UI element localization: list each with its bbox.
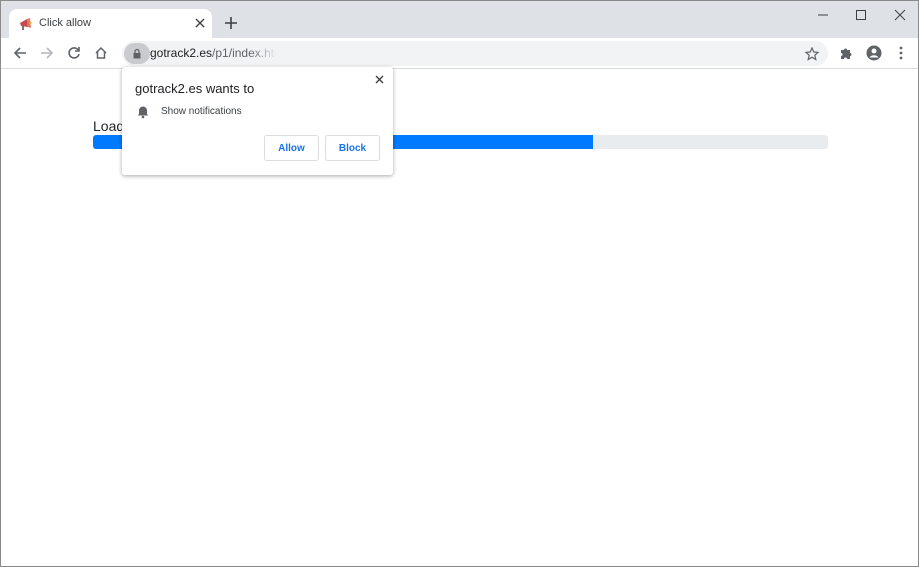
active-tab[interactable]: Click allow xyxy=(9,9,212,38)
address-bar[interactable]: gotrack2.es/p1/index.htm xyxy=(122,41,828,66)
tab-strip: Click allow xyxy=(1,1,918,38)
reload-icon[interactable] xyxy=(63,42,85,64)
notification-permission-popup: gotrack2.es wants to Show notifications … xyxy=(122,67,393,175)
tab-title: Click allow xyxy=(39,17,91,29)
url-path: /p1/index.htm xyxy=(212,46,276,60)
close-popup-icon[interactable] xyxy=(371,71,387,87)
profile-avatar-icon[interactable] xyxy=(863,42,885,64)
bell-icon xyxy=(136,105,150,119)
lock-icon[interactable] xyxy=(124,43,150,64)
forward-arrow-icon[interactable] xyxy=(36,42,58,64)
permission-text: Show notifications xyxy=(161,106,242,117)
url-host: gotrack2.es xyxy=(150,46,213,60)
browser-window: Click allow gotrack2.es/p1/index.ht Load… xyxy=(0,0,919,567)
back-arrow-icon[interactable] xyxy=(9,42,31,64)
close-window-icon[interactable] xyxy=(888,5,912,25)
bookmark-star-icon[interactable] xyxy=(802,44,822,64)
menu-dots-icon[interactable] xyxy=(890,42,912,64)
new-tab-icon[interactable] xyxy=(221,13,241,33)
maximize-icon[interactable] xyxy=(849,5,873,25)
megaphone-icon xyxy=(18,16,34,32)
block-button[interactable]: Block xyxy=(325,135,380,161)
allow-button[interactable]: Allow xyxy=(264,135,319,161)
popup-title: gotrack2.es wants to xyxy=(135,81,255,96)
close-tab-icon[interactable] xyxy=(192,15,208,31)
minimize-icon[interactable] xyxy=(811,5,835,25)
browser-toolbar: gotrack2.es/p1/index.htm xyxy=(1,38,918,69)
home-icon[interactable] xyxy=(90,42,112,64)
url-text: gotrack2.es/p1/index.htm xyxy=(150,46,276,60)
extensions-puzzle-icon[interactable] xyxy=(835,42,857,64)
